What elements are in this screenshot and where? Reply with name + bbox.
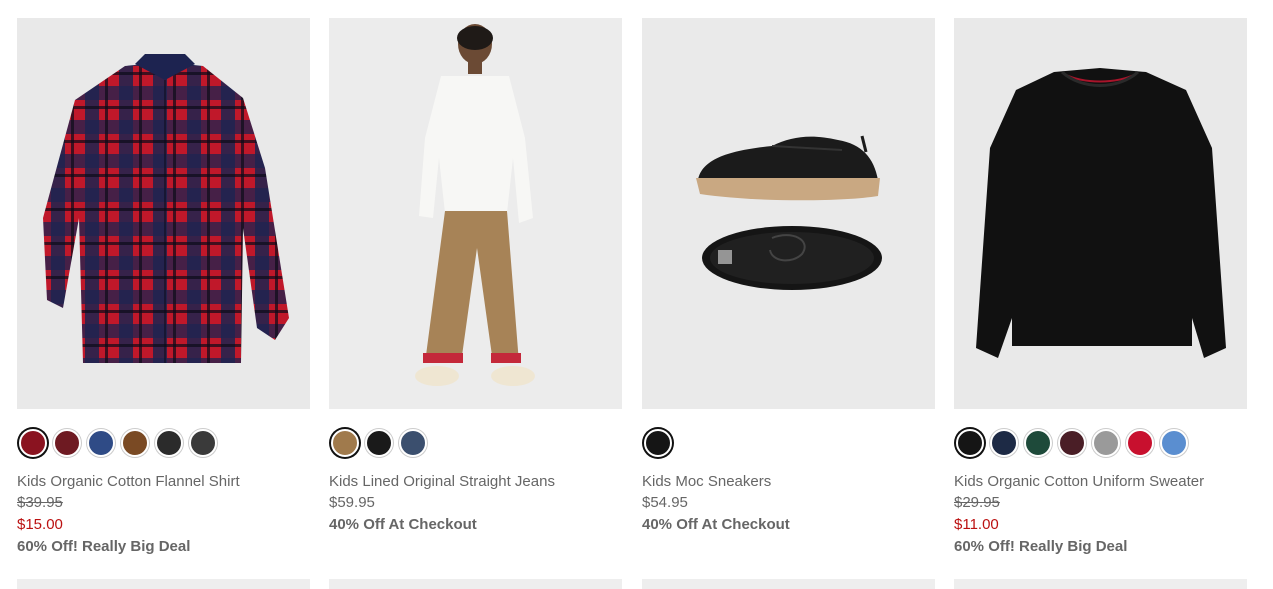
color-swatch[interactable] xyxy=(155,429,183,457)
promo-text: 40% Off At Checkout xyxy=(642,516,790,533)
original-price: $39.95 xyxy=(17,494,63,511)
color-swatch[interactable] xyxy=(121,429,149,457)
product-image-uniform-sweater[interactable] xyxy=(954,18,1247,409)
color-swatch[interactable] xyxy=(956,429,984,457)
color-swatch[interactable] xyxy=(399,429,427,457)
color-swatch[interactable] xyxy=(365,429,393,457)
color-swatches-uniform-sweater xyxy=(954,427,1247,459)
product-card-flannel-shirt[interactable]: Kids Organic Cotton Flannel Shirt $39.95… xyxy=(17,18,310,557)
product-image-flannel-shirt[interactable] xyxy=(17,18,310,409)
color-swatch[interactable] xyxy=(1092,429,1120,457)
flannel-shirt-image xyxy=(43,54,289,363)
sale-price: $15.00 xyxy=(17,516,63,533)
next-row-product-image xyxy=(329,579,622,589)
price: $54.95 xyxy=(642,494,688,511)
next-row-product-image xyxy=(642,579,935,589)
moc-sneakers-image xyxy=(696,135,882,290)
sweater-image xyxy=(976,68,1226,358)
color-swatch[interactable] xyxy=(19,429,47,457)
color-swatch[interactable] xyxy=(990,429,1018,457)
color-swatches-moc-sneakers xyxy=(642,427,935,459)
product-card-straight-jeans[interactable]: Kids Lined Original Straight Jeans $59.9… xyxy=(329,18,622,535)
promo-text: 40% Off At Checkout xyxy=(329,516,477,533)
product-card-moc-sneakers[interactable]: Kids Moc Sneakers $54.95 40% Off At Chec… xyxy=(642,18,935,535)
color-swatch[interactable] xyxy=(1058,429,1086,457)
color-swatches-flannel-shirt xyxy=(17,427,310,459)
promo-text: 60% Off! Really Big Deal xyxy=(954,538,1128,555)
sale-price: $11.00 xyxy=(954,516,999,533)
jeans-model-image xyxy=(415,24,535,386)
product-image-moc-sneakers[interactable] xyxy=(642,18,935,409)
color-swatch[interactable] xyxy=(644,429,672,457)
product-name[interactable]: Kids Moc Sneakers xyxy=(642,472,935,492)
color-swatch[interactable] xyxy=(1126,429,1154,457)
product-name[interactable]: Kids Organic Cotton Uniform Sweater xyxy=(954,472,1247,492)
color-swatch[interactable] xyxy=(53,429,81,457)
price: $59.95 xyxy=(329,494,375,511)
next-row-product-image xyxy=(17,579,310,589)
original-price: $29.95 xyxy=(954,494,1000,511)
color-swatch[interactable] xyxy=(1024,429,1052,457)
product-name[interactable]: Kids Lined Original Straight Jeans xyxy=(329,472,622,492)
color-swatches-straight-jeans xyxy=(329,427,622,459)
next-row-product-image xyxy=(954,579,1247,589)
product-card-uniform-sweater[interactable]: Kids Organic Cotton Uniform Sweater $29.… xyxy=(954,18,1247,557)
color-swatch[interactable] xyxy=(189,429,217,457)
product-image-straight-jeans[interactable] xyxy=(329,18,622,409)
product-name[interactable]: Kids Organic Cotton Flannel Shirt xyxy=(17,472,310,492)
color-swatch[interactable] xyxy=(1160,429,1188,457)
promo-text: 60% Off! Really Big Deal xyxy=(17,538,191,555)
color-swatch[interactable] xyxy=(331,429,359,457)
color-swatch[interactable] xyxy=(87,429,115,457)
